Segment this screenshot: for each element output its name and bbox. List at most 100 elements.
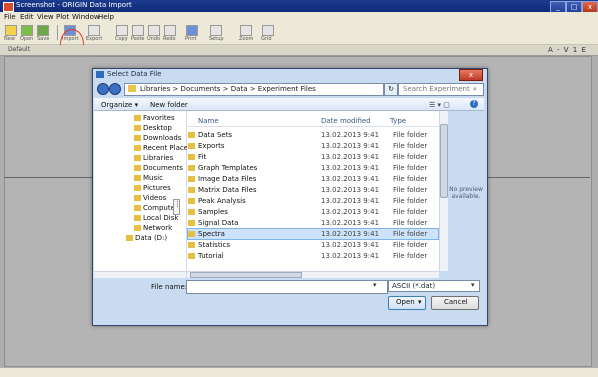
address-path[interactable]: Libraries > Documents > Data > Experimen… xyxy=(140,85,316,93)
nav-item[interactable]: Downloads xyxy=(134,134,186,144)
search-icon[interactable]: ⌕ xyxy=(473,85,477,94)
horizontal-scrollbar-thumb[interactable] xyxy=(190,272,302,278)
nav-item[interactable]: Documents xyxy=(134,164,186,174)
folder-icon xyxy=(188,187,195,193)
menu-plot[interactable]: Plot xyxy=(56,13,69,21)
table-row[interactable]: Tutorial 13.02.2013 9:41 File folder xyxy=(188,251,438,261)
nav-item[interactable]: Libraries xyxy=(134,154,186,164)
back-arrow-icon[interactable] xyxy=(97,83,109,95)
scrollbar-thumb[interactable] xyxy=(440,124,448,198)
undo-icon[interactable] xyxy=(148,25,160,36)
menu-file[interactable]: File xyxy=(4,13,16,21)
toolbar-label-open: Open xyxy=(20,36,34,42)
toolbar-label-grid: Grid xyxy=(261,36,272,42)
table-row[interactable]: Statistics 13.02.2013 9:41 File folder xyxy=(188,240,438,250)
nav-item[interactable]: Local Disk xyxy=(134,214,186,224)
table-row[interactable]: Samples 13.02.2013 9:41 File folder xyxy=(188,207,438,217)
dialog-icon xyxy=(96,71,104,78)
folder-icon xyxy=(134,115,141,121)
column-header-date[interactable]: Date modified xyxy=(321,117,371,125)
refresh-icon[interactable]: ↻ xyxy=(384,83,398,96)
toolbar-label-export: Export xyxy=(86,36,103,42)
toolbar-label-redo: Redo xyxy=(163,36,176,42)
toolbar-label-new: New xyxy=(4,36,15,42)
help-icon[interactable]: ? xyxy=(470,100,478,108)
search-placeholder: Search Experiment xyxy=(403,85,470,93)
toolbar-label-zoom: Zoom xyxy=(239,36,254,42)
column-header-name[interactable]: Name xyxy=(198,117,219,125)
print-icon[interactable] xyxy=(186,25,198,36)
table-row[interactable]: Data Sets 13.02.2013 9:41 File folder xyxy=(188,130,438,140)
table-row[interactable]: Peak Analysis 13.02.2013 9:41 File folder xyxy=(188,196,438,206)
menu-window[interactable]: Window xyxy=(72,13,100,21)
secondary-toolbar xyxy=(0,45,598,56)
table-row[interactable]: Signal Data 13.02.2013 9:41 File folder xyxy=(188,218,438,228)
status-bar xyxy=(0,368,598,377)
copy-icon[interactable] xyxy=(116,25,128,36)
grid-icon[interactable] xyxy=(262,25,274,36)
folder-icon xyxy=(128,85,136,92)
toolbar-label-setup: Setup xyxy=(209,36,224,42)
new-icon[interactable] xyxy=(5,25,17,36)
chevron-down-icon[interactable]: ▾ xyxy=(471,281,475,289)
header-divider xyxy=(187,126,439,127)
cancel-button-label: Cancel xyxy=(444,298,468,306)
folder-icon xyxy=(188,132,195,138)
folder-icon xyxy=(134,225,141,231)
folder-icon xyxy=(188,165,195,171)
toolbar-label-copy: Copy xyxy=(115,36,128,42)
folder-icon xyxy=(188,231,195,237)
folder-icon xyxy=(134,125,141,131)
table-row[interactable]: Matrix Data Files 13.02.2013 9:41 File fol… xyxy=(188,185,438,195)
format-tools[interactable]: A - V 1 E xyxy=(548,46,587,54)
chevron-down-icon[interactable]: ▾ xyxy=(373,281,377,289)
nav-item[interactable]: Pictures xyxy=(134,184,186,194)
preview-message: No preview available. xyxy=(449,186,483,200)
nav-item[interactable]: Data (D:) xyxy=(126,234,186,244)
nav-horizontal-scrollbar[interactable] xyxy=(94,271,186,278)
organize-button[interactable]: Organize ▾ xyxy=(101,101,138,109)
chevron-down-icon[interactable]: ▾ xyxy=(418,298,422,306)
open-icon[interactable] xyxy=(21,25,33,36)
nav-item[interactable]: Music xyxy=(134,174,186,184)
nav-item[interactable]: Network xyxy=(134,224,186,234)
navigation-pane: Favorites Desktop Downloads Recent Place… xyxy=(94,111,192,271)
pane-splitter[interactable]: ⋮ xyxy=(173,199,181,215)
setup-icon[interactable] xyxy=(210,25,222,36)
table-row[interactable]: Graph Templates 13.02.2013 9:41 File folde… xyxy=(188,163,438,173)
export-icon[interactable] xyxy=(88,25,100,36)
new-folder-button[interactable]: New folder xyxy=(150,101,188,109)
toolbar-label-paste: Paste xyxy=(131,36,145,42)
folder-icon xyxy=(188,143,195,149)
filename-label: File name: xyxy=(151,283,188,291)
table-row[interactable]: Image Data Files 13.02.2013 9:41 File fold… xyxy=(188,174,438,184)
folder-icon xyxy=(134,185,141,191)
style-selector[interactable]: Default xyxy=(8,46,30,53)
menu-view[interactable]: View xyxy=(37,13,54,21)
zoom-icon[interactable] xyxy=(240,25,252,36)
nav-item[interactable]: Desktop xyxy=(134,124,186,134)
folder-icon xyxy=(134,205,141,211)
table-row-selected[interactable]: Spectra 13.02.2013 9:41 File folder xyxy=(187,228,439,240)
view-options-icon[interactable]: ☰ ▾ ▢ xyxy=(429,101,450,109)
app-logo-icon xyxy=(3,2,14,12)
dialog-close-button[interactable]: x xyxy=(459,69,483,81)
folder-icon xyxy=(134,215,141,221)
menu-edit[interactable]: Edit xyxy=(20,13,34,21)
folder-icon xyxy=(134,175,141,181)
toolbar-label-undo: Undo xyxy=(147,36,161,42)
nav-item[interactable]: Recent Places xyxy=(134,144,192,154)
save-icon[interactable] xyxy=(37,25,49,36)
table-row[interactable]: Fit 13.02.2013 9:41 File folder xyxy=(188,152,438,162)
filename-input[interactable] xyxy=(186,280,388,294)
menu-help[interactable]: Help xyxy=(98,13,114,21)
dialog-title: Select Data File xyxy=(107,70,162,78)
column-header-type[interactable]: Type xyxy=(390,117,406,125)
redo-icon[interactable] xyxy=(164,25,176,36)
forward-arrow-icon[interactable] xyxy=(109,83,121,95)
folder-icon xyxy=(188,154,195,160)
paste-icon[interactable] xyxy=(132,25,144,36)
nav-item[interactable]: Favorites xyxy=(134,114,186,124)
table-row[interactable]: Exports 13.02.2013 9:41 File folder xyxy=(188,141,438,151)
folder-icon xyxy=(134,135,141,141)
